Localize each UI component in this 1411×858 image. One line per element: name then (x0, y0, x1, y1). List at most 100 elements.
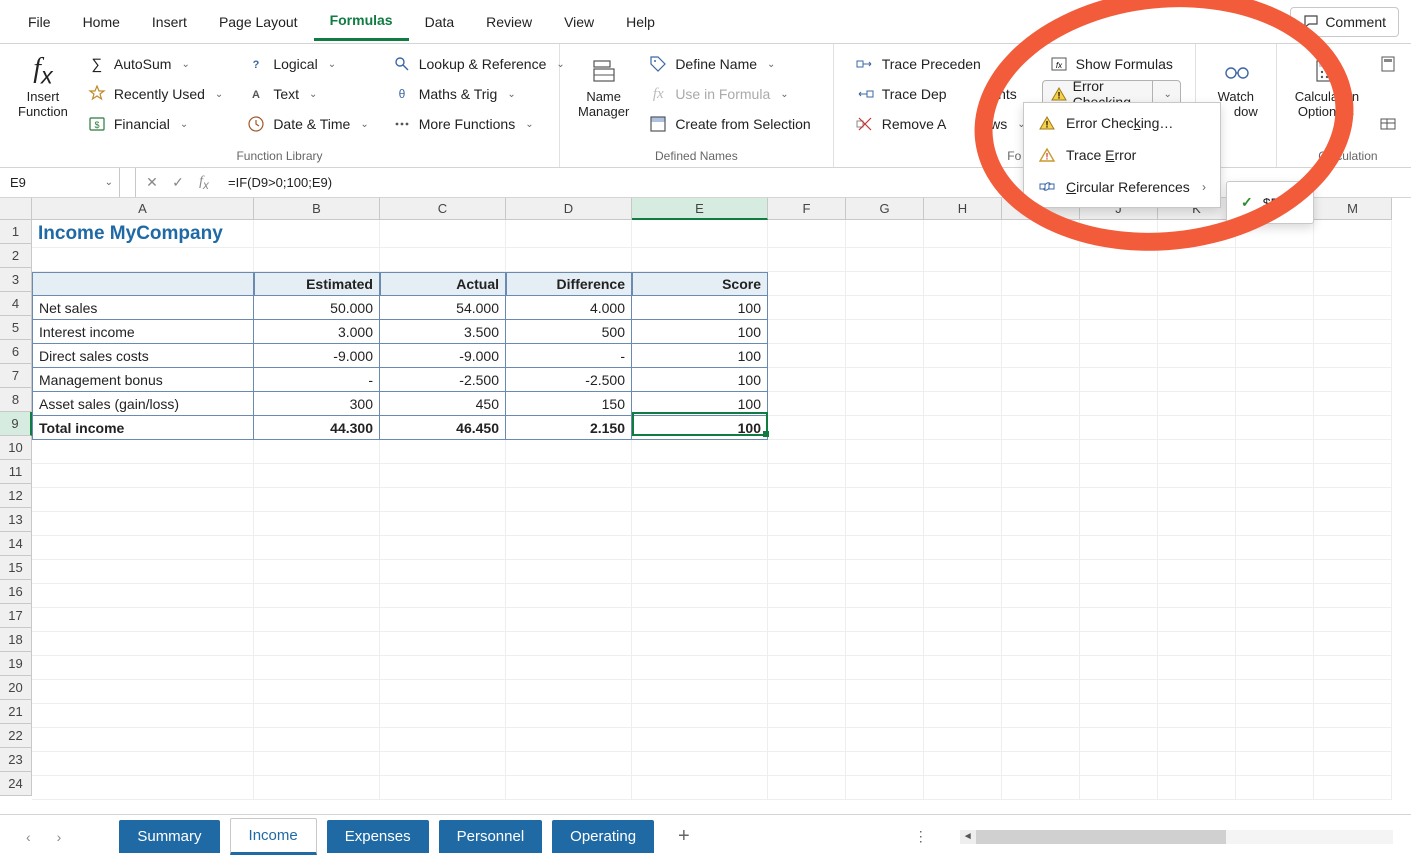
cell[interactable] (32, 536, 254, 560)
row-header[interactable]: 17 (0, 604, 32, 628)
menu-item-trace-error[interactable]: ! Trace Error (1024, 139, 1220, 171)
cell[interactable] (768, 536, 846, 560)
cell[interactable]: Net sales (32, 296, 254, 320)
cell[interactable] (506, 656, 632, 680)
row-header[interactable]: 12 (0, 484, 32, 508)
cell[interactable] (768, 416, 846, 440)
autosum-button[interactable]: ∑AutoSum⌄ (80, 50, 231, 78)
cell[interactable] (506, 560, 632, 584)
cell[interactable] (1314, 272, 1392, 296)
row-headers[interactable]: 123456789101112131415161718192021222324 (0, 220, 32, 800)
horizontal-scrollbar[interactable]: ◄ (960, 830, 1393, 844)
cell[interactable] (924, 368, 1002, 392)
cell[interactable] (632, 560, 768, 584)
cell[interactable] (632, 248, 768, 272)
scroll-left-button[interactable]: ◄ (960, 830, 976, 844)
calc-now-button[interactable] (1371, 50, 1405, 78)
col-header[interactable]: M (1314, 198, 1392, 220)
cell[interactable] (1314, 776, 1392, 800)
cell[interactable] (768, 248, 846, 272)
cell[interactable] (1158, 416, 1236, 440)
row-header[interactable]: 8 (0, 388, 32, 412)
cell[interactable] (380, 440, 506, 464)
cell[interactable] (632, 608, 768, 632)
cell[interactable] (768, 272, 846, 296)
cell[interactable] (632, 680, 768, 704)
cell[interactable] (632, 512, 768, 536)
cell[interactable] (32, 584, 254, 608)
recently-used-button[interactable]: Recently Used⌄ (80, 80, 231, 108)
cell[interactable] (1080, 584, 1158, 608)
cell[interactable] (254, 752, 380, 776)
cell[interactable]: 300 (254, 392, 380, 416)
scroll-track[interactable] (976, 830, 1393, 844)
cell[interactable] (1236, 440, 1314, 464)
cell[interactable] (632, 464, 768, 488)
cell[interactable] (1236, 560, 1314, 584)
cell[interactable] (380, 776, 506, 800)
cell[interactable] (506, 728, 632, 752)
maths-trig-button[interactable]: θMaths & Trig⌄ (385, 80, 573, 108)
cell[interactable] (506, 248, 632, 272)
row-header[interactable]: 18 (0, 628, 32, 652)
cell[interactable] (846, 728, 924, 752)
cell[interactable] (1158, 752, 1236, 776)
row-header[interactable]: 24 (0, 772, 32, 796)
cell[interactable] (1002, 680, 1080, 704)
cell[interactable] (1236, 392, 1314, 416)
cell[interactable]: 500 (506, 320, 632, 344)
name-manager-button[interactable]: NameManager (570, 50, 637, 147)
cell[interactable] (1236, 272, 1314, 296)
cell[interactable] (1080, 248, 1158, 272)
cell[interactable] (1236, 344, 1314, 368)
cell[interactable] (768, 368, 846, 392)
cell[interactable] (1158, 512, 1236, 536)
col-header[interactable]: G (846, 198, 924, 220)
cell[interactable] (768, 608, 846, 632)
cell[interactable] (632, 584, 768, 608)
cell[interactable] (768, 776, 846, 800)
cell[interactable] (380, 248, 506, 272)
cell[interactable] (1002, 220, 1080, 248)
cell[interactable] (1158, 776, 1236, 800)
cell[interactable] (768, 392, 846, 416)
cell[interactable] (1080, 632, 1158, 656)
cell[interactable] (506, 536, 632, 560)
cell[interactable] (1314, 632, 1392, 656)
row-header[interactable]: 3 (0, 268, 32, 292)
cell[interactable] (924, 752, 1002, 776)
cell[interactable] (380, 488, 506, 512)
show-formulas-button[interactable]: fxShow Formulas (1042, 50, 1181, 78)
cell[interactable] (1002, 464, 1080, 488)
cell[interactable] (924, 440, 1002, 464)
cell[interactable] (1080, 416, 1158, 440)
cell[interactable]: Difference (506, 272, 632, 296)
cell[interactable] (254, 488, 380, 512)
cell[interactable] (1236, 656, 1314, 680)
cell[interactable] (1236, 220, 1314, 248)
cell[interactable] (1080, 656, 1158, 680)
cell[interactable] (1158, 608, 1236, 632)
cell[interactable] (380, 536, 506, 560)
cell[interactable] (1236, 536, 1314, 560)
cell[interactable] (768, 584, 846, 608)
cell[interactable] (1158, 536, 1236, 560)
cell[interactable] (1080, 728, 1158, 752)
cell[interactable] (1314, 392, 1392, 416)
cell[interactable] (924, 728, 1002, 752)
cell[interactable] (1236, 248, 1314, 272)
cell[interactable] (506, 752, 632, 776)
cell[interactable]: Management bonus (32, 368, 254, 392)
cell[interactable] (1158, 220, 1236, 248)
cell[interactable] (380, 464, 506, 488)
row-header[interactable]: 7 (0, 364, 32, 388)
cells[interactable]: Income MyCompanyEstimatedActualDifferenc… (32, 220, 1392, 800)
cell[interactable]: Estimated (254, 272, 380, 296)
cell[interactable] (924, 488, 1002, 512)
cell[interactable] (380, 632, 506, 656)
cell[interactable] (1236, 632, 1314, 656)
cell[interactable] (924, 416, 1002, 440)
cell[interactable]: 50.000 (254, 296, 380, 320)
cell[interactable] (924, 272, 1002, 296)
cell[interactable] (846, 512, 924, 536)
